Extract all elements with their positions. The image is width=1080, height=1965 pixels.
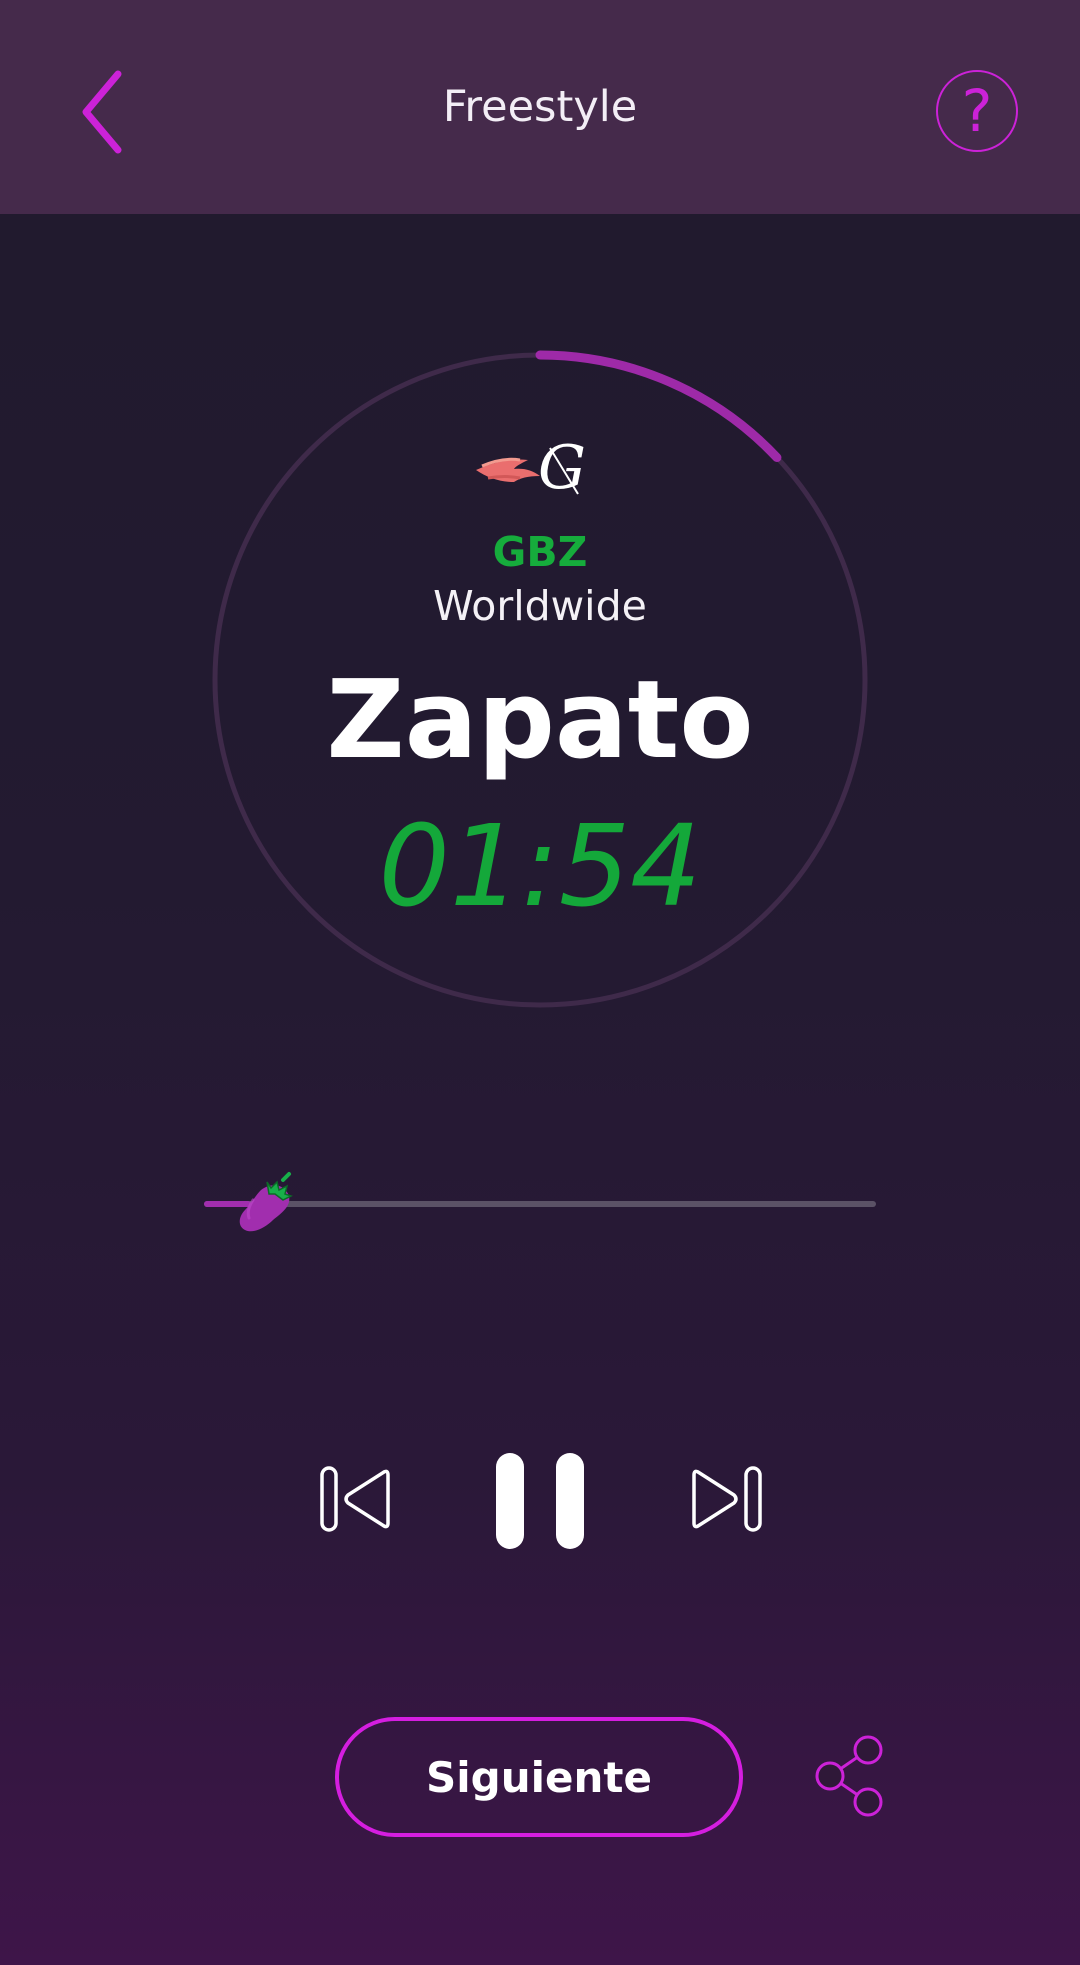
top-bar: Freestyle ? [0, 0, 1080, 214]
eggplant-icon [239, 1172, 293, 1232]
page-title: Freestyle [442, 82, 638, 132]
previous-button[interactable] [318, 1464, 394, 1534]
current-word: Zapato [326, 658, 754, 783]
seek-thumb[interactable] [227, 1160, 307, 1240]
flame-g-logo-icon: G [476, 436, 586, 500]
share-button[interactable] [812, 1734, 888, 1818]
next-button-label: Siguiente [426, 1752, 652, 1802]
share-icon [815, 1735, 883, 1817]
timer: 01:54 [378, 802, 702, 932]
artist-name: GBZ [492, 528, 588, 576]
pause-button[interactable] [492, 1450, 588, 1552]
next-button[interactable]: Siguiente [335, 1717, 743, 1837]
skip-previous-icon [320, 1466, 390, 1532]
help-button[interactable]: ? [936, 70, 1018, 152]
seek-bar[interactable] [204, 1160, 876, 1240]
question-mark-icon: ? [961, 77, 993, 145]
next-track-button[interactable] [688, 1464, 764, 1534]
skip-next-icon [692, 1466, 762, 1532]
pause-icon [496, 1453, 584, 1549]
region-label: Worldwide [433, 582, 647, 630]
